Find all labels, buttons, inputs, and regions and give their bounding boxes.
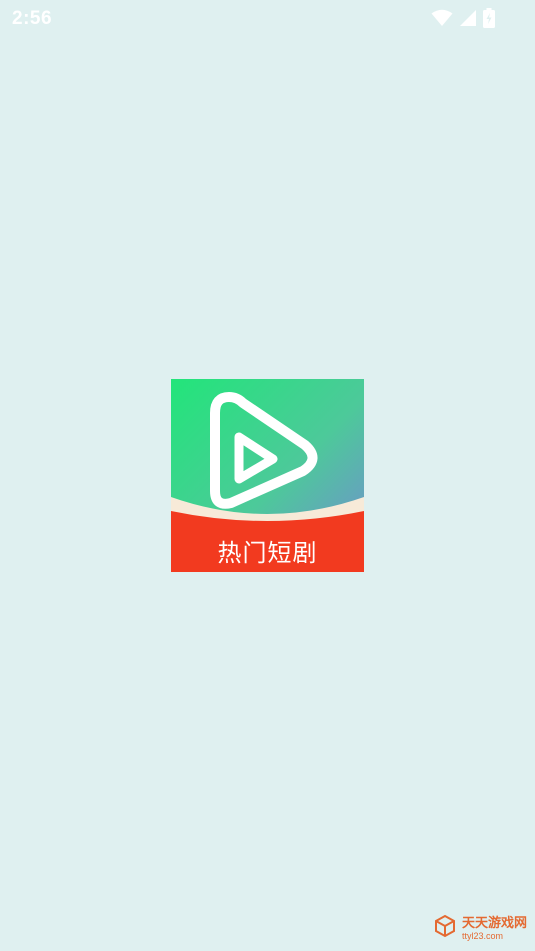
status-time: 2:56 <box>12 8 53 29</box>
watermark-title: 天天游戏网 <box>461 915 527 931</box>
watermark-texts: 天天游戏网 ttyl23.com <box>462 917 527 941</box>
watermark-url: ttyl23.com <box>461 930 503 941</box>
cellular-signal-icon <box>459 9 477 27</box>
watermark: 天天游戏网 ttyl23.com <box>433 914 527 943</box>
wifi-icon <box>431 9 453 27</box>
status-bar: 2:56 <box>0 0 535 36</box>
battery-charging-icon <box>483 8 495 28</box>
app-name-label: 热门短剧 <box>217 539 318 567</box>
cube-logo-icon <box>433 914 457 943</box>
status-icons <box>431 8 495 28</box>
app-logo: 热门短剧 <box>171 379 364 572</box>
